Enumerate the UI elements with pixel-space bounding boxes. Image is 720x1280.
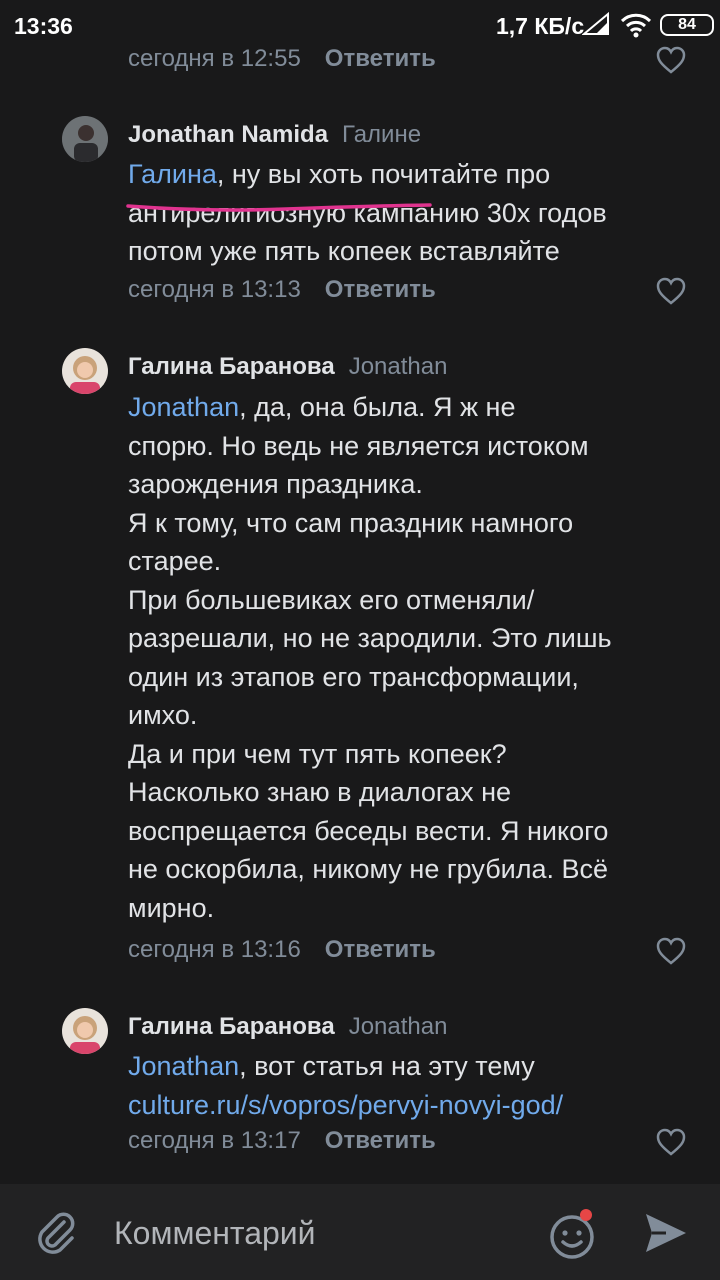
comment-input[interactable]: Комментарий bbox=[114, 1215, 316, 1252]
author-name[interactable]: Галина Баранова bbox=[128, 1013, 335, 1040]
author-name[interactable]: Галина Баранова bbox=[128, 353, 335, 380]
like-heart-icon[interactable] bbox=[656, 277, 686, 305]
comment-author[interactable]: Галина Баранова Jonathan bbox=[128, 1013, 447, 1041]
text-line: зарождения праздника. bbox=[128, 469, 423, 499]
comment-time: сегодня в 13:13 bbox=[128, 276, 301, 303]
text-line: не оскорбила, никому не грубила. Всё bbox=[128, 854, 609, 884]
reply-to-name[interactable]: Jonathan bbox=[349, 1013, 448, 1040]
comment-time: сегодня в 12:55 bbox=[128, 45, 301, 72]
battery-level: 84 bbox=[678, 16, 696, 33]
reply-to-name[interactable]: Галине bbox=[342, 121, 421, 148]
reply-button[interactable]: Ответить bbox=[325, 1127, 436, 1154]
text-line: Jonathan, вот статья на эту тему bbox=[128, 1047, 698, 1086]
comment-text: Jonathan, да, она была. Я ж не спорю. Но… bbox=[128, 388, 698, 927]
text-line: имхо. bbox=[128, 700, 198, 730]
emoji-icon[interactable] bbox=[546, 1208, 600, 1262]
text-line: воспрещается беседы вести. Я никого bbox=[128, 815, 609, 846]
signal-icon bbox=[581, 11, 610, 42]
notification-dot bbox=[580, 1209, 592, 1221]
comment-time: сегодня в 13:17 bbox=[128, 1127, 301, 1154]
reply-button[interactable]: Ответить bbox=[325, 936, 436, 963]
text-line: Я к тому, что сам праздник намного bbox=[128, 507, 574, 538]
reply-button[interactable]: Ответить bbox=[325, 45, 436, 72]
status-time: 13:36 bbox=[14, 13, 73, 39]
highlight-underline bbox=[126, 203, 432, 212]
text-fragment: , да, она была. Я ж не bbox=[239, 392, 516, 422]
reply-to-name[interactable]: Jonathan bbox=[349, 353, 448, 380]
comment-meta: сегодня в 13:16 Ответить bbox=[128, 936, 436, 964]
article-link[interactable]: culture.ru/s/vopros/pervyi-novyi-god/ bbox=[128, 1086, 698, 1125]
author-name[interactable]: Jonathan Namida bbox=[128, 121, 328, 148]
comment-meta: сегодня в 13:17 Ответить bbox=[128, 1127, 436, 1155]
mention-link[interactable]: Галина bbox=[128, 159, 217, 189]
avatar[interactable] bbox=[62, 116, 108, 162]
avatar[interactable] bbox=[62, 348, 108, 394]
comment-time: сегодня в 13:16 bbox=[128, 936, 301, 963]
wifi-icon bbox=[620, 12, 652, 44]
text-line: При большевиках его отменяли/ bbox=[128, 584, 535, 615]
reply-button[interactable]: Ответить bbox=[325, 276, 436, 303]
comment-text: Jonathan, вот статья на эту тему culture… bbox=[128, 1047, 698, 1124]
comment-input-bar: Комментарий bbox=[0, 1184, 720, 1280]
comment-author[interactable]: Jonathan Namida Галине bbox=[128, 121, 421, 149]
text-line: Галина, ну вы хоть почитайте про bbox=[128, 155, 698, 194]
text-line: спорю. Но ведь не является истоком bbox=[128, 430, 589, 461]
text-fragment: , вот статья на эту тему bbox=[239, 1051, 535, 1081]
text-line: один из этапов его трансформации, bbox=[128, 661, 579, 692]
network-speed: 1,7 КБ/с bbox=[496, 13, 585, 39]
text-fragment: , ну вы хоть почитайте про bbox=[216, 159, 551, 189]
text-line: мирно. bbox=[128, 892, 215, 923]
text-line: потом уже пять копеек вставляйте bbox=[128, 236, 560, 266]
mention-link[interactable]: Jonathan bbox=[128, 392, 239, 422]
text-line: старее. bbox=[128, 546, 222, 576]
avatar[interactable] bbox=[62, 1008, 108, 1054]
text-line: разрешали, но не зародили. Это лишь bbox=[128, 623, 612, 653]
comment-meta: сегодня в 12:55 Ответить bbox=[128, 45, 436, 73]
mention-link[interactable]: Jonathan bbox=[128, 1051, 239, 1081]
like-heart-icon[interactable] bbox=[656, 937, 686, 965]
battery-icon: 84 bbox=[660, 14, 714, 36]
send-icon[interactable] bbox=[642, 1210, 688, 1256]
text-line: Да и при чем тут пять копеек? bbox=[128, 738, 507, 769]
attach-icon[interactable] bbox=[34, 1210, 80, 1256]
text-line: Насколько знаю в диалогах не bbox=[128, 777, 512, 807]
like-heart-icon[interactable] bbox=[656, 1128, 686, 1156]
like-heart-icon[interactable] bbox=[656, 46, 686, 74]
comment-author[interactable]: Галина Баранова Jonathan bbox=[128, 353, 447, 381]
text-line: Jonathan, да, она была. Я ж не bbox=[128, 388, 698, 427]
comment-meta: сегодня в 13:13 Ответить bbox=[128, 276, 436, 304]
